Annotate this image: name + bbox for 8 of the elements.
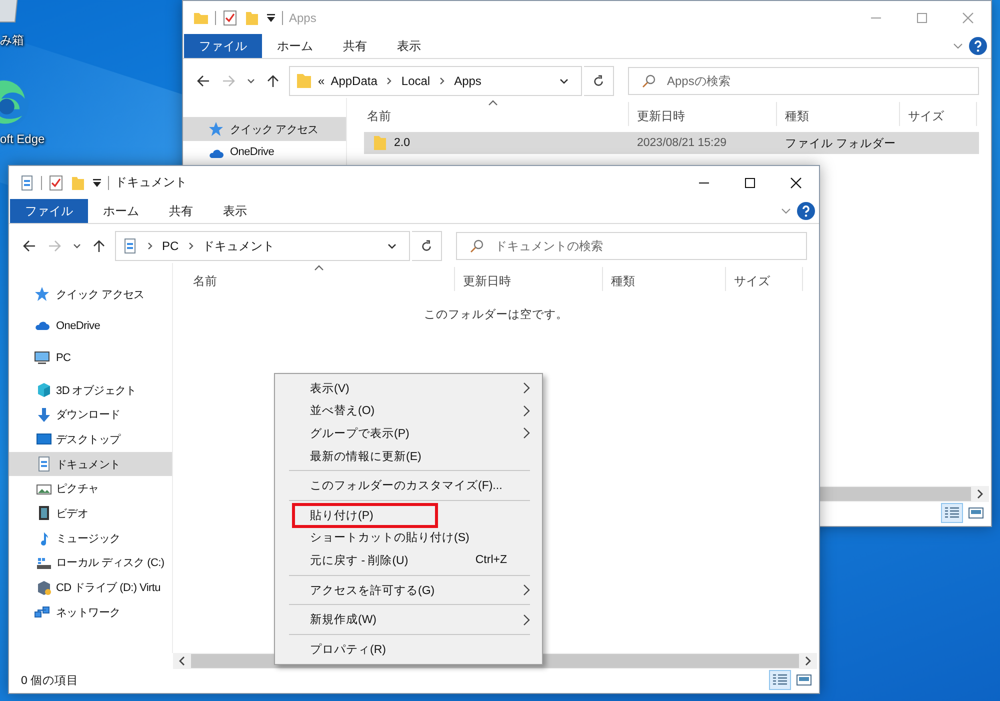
empty-folder-message: このフォルダーは空です。: [423, 307, 569, 322]
file-type: ファイル フォルダー: [785, 136, 896, 150]
window-title: Apps: [289, 10, 316, 24]
file-name: 2.0: [394, 137, 410, 149]
modified-date: 2023/08/21 15:29: [637, 137, 727, 149]
item-count: 0 個の項目: [21, 674, 79, 688]
window-title: ドキュメント: [115, 174, 187, 191]
shortcut-text: Ctrl+Z: [475, 554, 507, 566]
